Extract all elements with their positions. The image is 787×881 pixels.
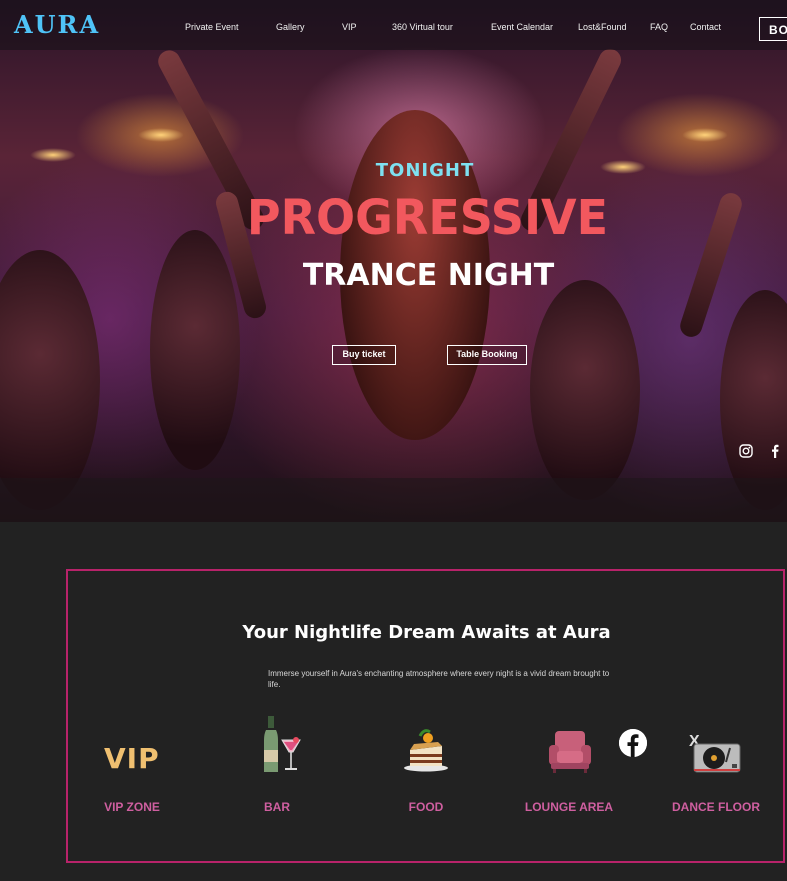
feature-label-dance-floor: DANCE FLOOR: [672, 800, 760, 814]
turntable-icon: [692, 736, 742, 781]
nav-vip[interactable]: VIP: [342, 22, 357, 32]
nav-lost-found[interactable]: Lost&Found: [578, 22, 627, 32]
sofa-icon: [547, 729, 593, 780]
hero-headline: PROGRESSIVE: [246, 188, 609, 246]
stage-light: [682, 128, 728, 142]
feature-label-lounge-area: LOUNGE AREA: [524, 800, 614, 814]
features-title: Your Nightlife Dream Awaits at Aura: [242, 622, 611, 643]
crowd-head: [530, 280, 640, 500]
feature-label-vip-zone: VIP ZONE: [104, 800, 160, 814]
instagram-icon[interactable]: [739, 444, 753, 458]
aura-logo[interactable]: AURA: [14, 10, 100, 39]
nav-contact[interactable]: Contact: [690, 22, 721, 32]
hero-kicker: TONIGHT: [375, 160, 475, 181]
crowd-head: [720, 290, 787, 510]
cake-icon: [402, 726, 450, 777]
facebook-icon[interactable]: [768, 444, 782, 458]
feature-label-bar: BAR: [264, 800, 290, 814]
nav-gallery[interactable]: Gallery: [276, 22, 305, 32]
book-button[interactable]: BO: [759, 17, 787, 41]
facebook-icon[interactable]: [619, 729, 647, 757]
hero-bottom-shade: [0, 478, 787, 522]
vip-icon: VIP: [104, 742, 160, 775]
nav-private-event[interactable]: Private Event: [185, 22, 239, 32]
features-panel: [66, 569, 785, 863]
table-booking-button[interactable]: Table Booking: [447, 345, 527, 365]
buy-ticket-button[interactable]: Buy ticket: [332, 345, 396, 365]
hero-subheadline: TRANCE NIGHT: [302, 258, 555, 293]
features-description: Immerse yourself in Aura's enchanting at…: [268, 669, 610, 689]
feature-label-food: FOOD: [408, 800, 444, 814]
nav-event-calendar[interactable]: Event Calendar: [491, 22, 553, 32]
nav-360-virtual-tour[interactable]: 360 Virtual tour: [392, 22, 453, 32]
drinks-icon: [262, 716, 302, 779]
vip-icon-text: VIP: [104, 742, 160, 775]
stage-light: [138, 128, 184, 142]
nav-faq[interactable]: FAQ: [650, 22, 668, 32]
